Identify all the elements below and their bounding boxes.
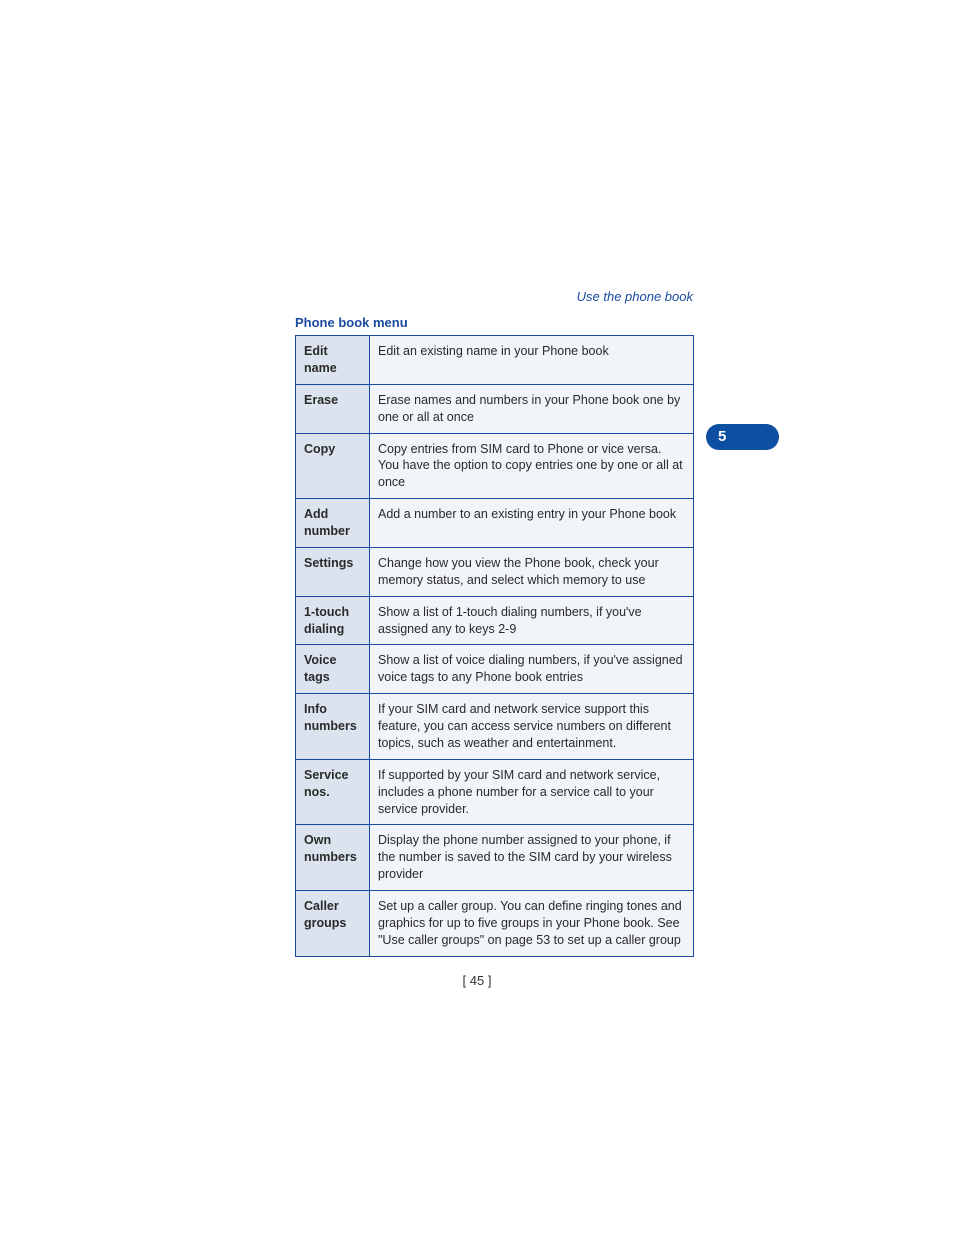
menu-item-desc: Change how you view the Phone book, chec… [370,547,694,596]
table-row: Voice tags Show a list of voice dialing … [296,645,694,694]
menu-item-desc: Add a number to an existing entry in you… [370,499,694,548]
section-title: Phone book menu [295,315,408,330]
menu-item-desc: Copy entries from SIM card to Phone or v… [370,433,694,499]
phone-book-menu-table: Edit name Edit an existing name in your … [295,335,694,957]
header-link[interactable]: Use the phone book [577,289,693,304]
menu-item-name: Own numbers [296,825,370,891]
menu-item-name: Voice tags [296,645,370,694]
table-row: Add number Add a number to an existing e… [296,499,694,548]
table-row: Service nos. If supported by your SIM ca… [296,759,694,825]
menu-item-desc: Display the phone number assigned to you… [370,825,694,891]
table-row: Caller groups Set up a caller group. You… [296,891,694,957]
table-row: Settings Change how you view the Phone b… [296,547,694,596]
table-row: Edit name Edit an existing name in your … [296,336,694,385]
menu-item-name: Caller groups [296,891,370,957]
table-row: Copy Copy entries from SIM card to Phone… [296,433,694,499]
menu-item-name: Settings [296,547,370,596]
menu-item-name: 1-touch dialing [296,596,370,645]
table-row: Info numbers If your SIM card and networ… [296,694,694,760]
menu-item-desc: Erase names and numbers in your Phone bo… [370,384,694,433]
chapter-tab: 5 [706,424,779,450]
page-number: [ 45 ] [0,973,954,988]
menu-item-desc: If your SIM card and network service sup… [370,694,694,760]
table-row: Erase Erase names and numbers in your Ph… [296,384,694,433]
menu-item-name: Add number [296,499,370,548]
table-row: Own numbers Display the phone number ass… [296,825,694,891]
page: Use the phone book Phone book menu Edit … [0,0,954,1235]
menu-item-desc: Set up a caller group. You can define ri… [370,891,694,957]
menu-item-desc: Show a list of 1-touch dialing numbers, … [370,596,694,645]
menu-item-name: Info numbers [296,694,370,760]
menu-item-name: Edit name [296,336,370,385]
menu-item-name: Service nos. [296,759,370,825]
table-row: 1-touch dialing Show a list of 1-touch d… [296,596,694,645]
menu-item-desc: Edit an existing name in your Phone book [370,336,694,385]
menu-item-desc: Show a list of voice dialing numbers, if… [370,645,694,694]
menu-item-desc: If supported by your SIM card and networ… [370,759,694,825]
menu-item-name: Copy [296,433,370,499]
menu-item-name: Erase [296,384,370,433]
